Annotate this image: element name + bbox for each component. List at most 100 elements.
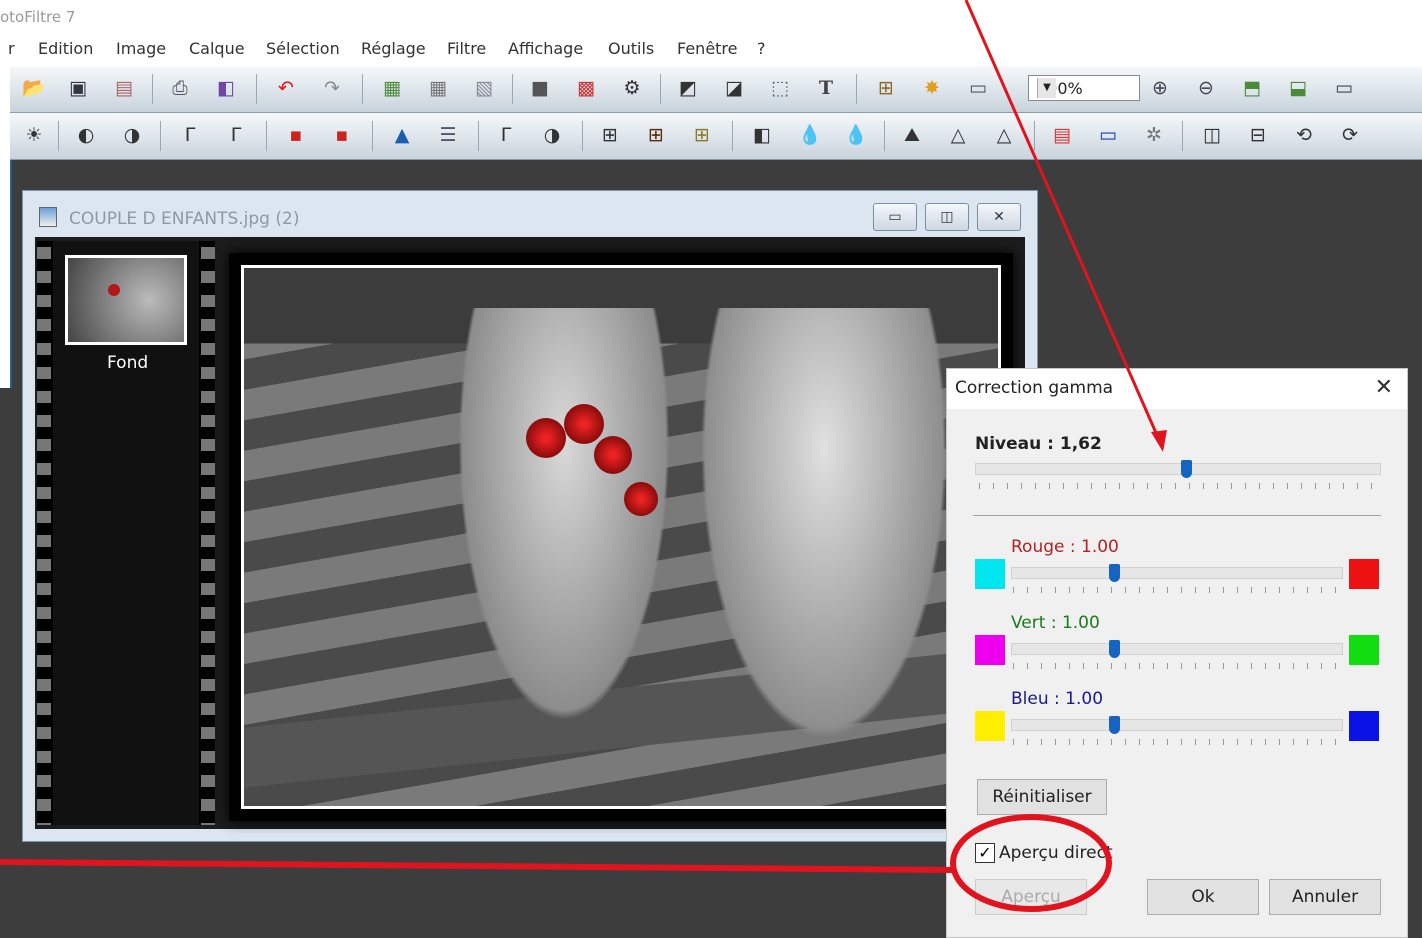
mosaic-icon[interactable]: ⊞ xyxy=(646,125,666,145)
bleu-slider[interactable] xyxy=(1011,719,1343,731)
menu-item-fenetre[interactable]: Fenêtre xyxy=(677,39,738,58)
menu-item-file[interactable]: r xyxy=(8,39,15,58)
document-canvas-area: Fond xyxy=(35,237,1025,829)
menu-bar: r Edition Image Calque Sélection Réglage… xyxy=(0,34,1422,66)
contrast-minus-icon[interactable]: ◐ xyxy=(76,125,96,145)
actual-size-icon[interactable]: ⬒ xyxy=(1242,78,1262,98)
photo xyxy=(241,265,1001,809)
menu-item-image[interactable]: Image xyxy=(116,39,166,58)
layer-icon[interactable]: ◩ xyxy=(678,78,698,98)
reset-button[interactable]: Réinitialiser xyxy=(977,779,1107,815)
gamma-minus-icon[interactable]: Γ xyxy=(180,125,200,145)
toolbar-separator xyxy=(152,74,153,104)
menu-item-help[interactable]: ? xyxy=(757,39,766,58)
zoom-select[interactable]: 100% ▼ xyxy=(1028,75,1140,101)
vert-slider[interactable] xyxy=(1011,643,1343,655)
palette-icon[interactable]: ▩ xyxy=(576,78,596,98)
duplicate-icon[interactable]: ▧ xyxy=(474,78,494,98)
explorer-icon[interactable]: ⊞ xyxy=(876,78,896,98)
flip-horizontal-icon[interactable]: ◫ xyxy=(1202,125,1222,145)
document-window[interactable]: COUPLE D ENFANTS.jpg (2) ▭ ◫ ✕ Fond xyxy=(22,190,1038,842)
toolbar-separator xyxy=(362,74,363,104)
effects-icon[interactable]: ✲ xyxy=(1144,125,1164,145)
auto-contrast-icon[interactable]: ◑ xyxy=(542,125,562,145)
color-balance-icon[interactable]: ▤ xyxy=(1052,125,1072,145)
ok-button[interactable]: Ok xyxy=(1147,879,1259,915)
print-icon[interactable]: ⎙ xyxy=(170,78,190,98)
automate-icon[interactable]: ⚙ xyxy=(622,78,642,98)
saturation-minus-icon[interactable]: ▪ xyxy=(286,125,306,145)
cancel-button[interactable]: Annuler xyxy=(1269,879,1381,915)
point-icon[interactable]: △ xyxy=(948,125,968,145)
image-canvas[interactable] xyxy=(235,259,1007,815)
open-icon[interactable]: 📂 xyxy=(22,78,46,98)
scan-icon[interactable]: ◧ xyxy=(216,78,236,98)
menu-item-affichage[interactable]: Affichage xyxy=(508,39,583,58)
grid-filter-icon[interactable]: ⊞ xyxy=(600,125,620,145)
grayscale-icon[interactable]: ◧ xyxy=(752,125,772,145)
toolbar-separator xyxy=(1182,121,1183,151)
toolbar-separator xyxy=(266,121,267,151)
fullscreen-icon[interactable]: ▭ xyxy=(1334,78,1354,98)
toolbar-separator xyxy=(512,74,513,104)
levels-icon[interactable]: ☰ xyxy=(438,125,458,145)
checkmark-icon: ✓ xyxy=(978,843,992,862)
texture-icon[interactable]: ⊞ xyxy=(692,125,712,145)
auto-gamma-icon[interactable]: Γ xyxy=(496,125,516,145)
save-icon[interactable]: ▣ xyxy=(68,78,88,98)
text-tool-icon[interactable]: T xyxy=(816,78,836,98)
preview-button[interactable]: Aperçu xyxy=(975,879,1087,915)
gradient-icon[interactable]: ■ xyxy=(530,78,550,98)
close-icon[interactable]: ✕ xyxy=(1375,375,1393,400)
flip-vertical-icon[interactable]: ⊟ xyxy=(1248,125,1268,145)
rouge-slider[interactable] xyxy=(1011,567,1343,579)
minimize-button[interactable]: ▭ xyxy=(873,203,917,231)
plugin-icon[interactable]: ✸ xyxy=(922,78,942,98)
vert-slider-thumb[interactable] xyxy=(1108,640,1120,658)
sharpen-icon[interactable]: 💧 xyxy=(844,125,868,145)
saturation-plus-icon[interactable]: ▪ xyxy=(332,125,352,145)
selection-icon[interactable]: ⬚ xyxy=(770,78,790,98)
rouge-slider-thumb[interactable] xyxy=(1108,564,1120,582)
close-button[interactable]: ✕ xyxy=(977,203,1021,231)
red-swatch xyxy=(1349,559,1379,589)
zoom-in-icon[interactable]: ⊕ xyxy=(1150,78,1170,98)
bleu-slider-thumb[interactable] xyxy=(1108,716,1120,734)
window-icon[interactable]: ▭ xyxy=(968,78,988,98)
gamma-plus-icon[interactable]: Γ xyxy=(226,125,246,145)
menu-item-reglage[interactable]: Réglage xyxy=(361,39,426,58)
histogram-icon[interactable]: ▲ xyxy=(392,125,412,145)
rotate-left-icon[interactable]: ⟲ xyxy=(1294,125,1314,145)
menu-item-calque[interactable]: Calque xyxy=(189,39,245,58)
undo-icon[interactable]: ↶ xyxy=(276,78,296,98)
monitor-icon[interactable]: ▭ xyxy=(1098,125,1118,145)
photo-rose xyxy=(624,482,658,516)
layer-mask-icon[interactable]: ◪ xyxy=(724,78,744,98)
outline-icon[interactable]: △ xyxy=(994,125,1014,145)
brightness-icon[interactable]: ☀ xyxy=(24,125,44,145)
fit-window-icon[interactable]: ⬓ xyxy=(1288,78,1308,98)
paste-image-icon[interactable]: ▦ xyxy=(428,78,448,98)
browse-icon[interactable]: ▤ xyxy=(114,78,134,98)
soften-icon[interactable]: 💧 xyxy=(798,125,822,145)
menu-item-filtre[interactable]: Filtre xyxy=(447,39,486,58)
zoom-out-icon[interactable]: ⊖ xyxy=(1196,78,1216,98)
rotate-right-icon[interactable]: ⟳ xyxy=(1340,125,1360,145)
gamma-correction-dialog[interactable]: Correction gamma ✕ Niveau : 1,62 Rouge :… xyxy=(946,368,1408,938)
chevron-down-icon[interactable]: ▼ xyxy=(1037,78,1056,98)
toolbar-separator xyxy=(732,121,733,151)
menu-item-outils[interactable]: Outils xyxy=(608,39,654,58)
contrast-plus-icon[interactable]: ◑ xyxy=(122,125,142,145)
menu-item-selection[interactable]: Sélection xyxy=(266,39,340,58)
menu-item-edition[interactable]: Edition xyxy=(38,39,93,58)
live-preview-label: Aperçu direct xyxy=(999,843,1113,863)
emboss-icon[interactable]: ⛰ xyxy=(902,125,922,145)
live-preview-checkbox[interactable]: ✓ xyxy=(975,843,995,863)
restore-button[interactable]: ◫ xyxy=(925,203,969,231)
toolbar-separator xyxy=(58,121,59,151)
copy-image-icon[interactable]: ▦ xyxy=(382,78,402,98)
layer-thumbnail[interactable] xyxy=(65,255,187,345)
redo-icon[interactable]: ↷ xyxy=(322,78,342,98)
niveau-slider-thumb[interactable] xyxy=(1181,460,1193,478)
niveau-slider[interactable] xyxy=(975,463,1381,475)
